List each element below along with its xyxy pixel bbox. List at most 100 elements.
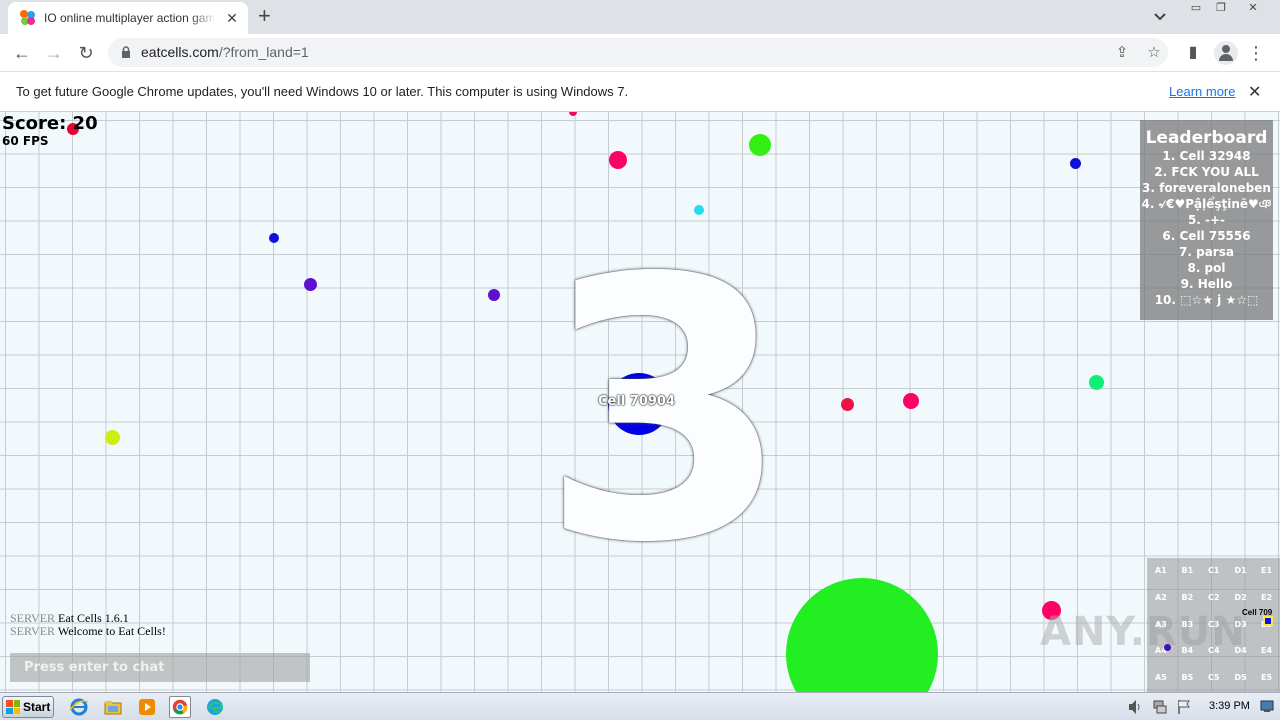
learn-more-link[interactable]: Learn more xyxy=(1169,84,1235,99)
food-pellet xyxy=(488,289,500,301)
enemy-cell xyxy=(788,580,936,692)
food-pellet xyxy=(841,398,854,411)
minimap-cell-label: B3 xyxy=(1181,619,1194,629)
minimap-cell-label: C5 xyxy=(1208,673,1220,683)
start-button[interactable]: Start xyxy=(2,696,54,718)
minimap-cell-label: C4 xyxy=(1208,646,1220,656)
bookmark-star-icon[interactable]: ☆ xyxy=(1144,43,1164,63)
minimap-cell-label: C2 xyxy=(1208,592,1220,602)
edge-icon[interactable] xyxy=(204,696,226,718)
minimize-button[interactable]: ▭ xyxy=(1183,1,1209,17)
minimap: E5D5C5B5A5E4D4C4B4A4E3D3C3B3A3E2D2C2B2A2… xyxy=(1147,558,1280,692)
minimap-cell-label: D5 xyxy=(1234,673,1247,683)
minimap-cell-label: E5 xyxy=(1261,673,1273,683)
food-pellet xyxy=(1089,375,1104,390)
minimap-cell-label: A3 xyxy=(1155,619,1167,629)
food-pellet xyxy=(749,134,771,156)
new-tab-button[interactable]: + xyxy=(258,5,271,27)
score-display: Score: 20 xyxy=(2,113,98,134)
minimap-cell-label: B1 xyxy=(1181,566,1194,575)
restore-button[interactable]: ❐ xyxy=(1208,1,1234,17)
food-pellet xyxy=(569,112,577,116)
chat-input[interactable]: Press enter to chat xyxy=(10,653,310,682)
taskbar-clock[interactable]: 3:39 PM xyxy=(1209,700,1250,712)
food-pellet xyxy=(269,233,279,243)
minimap-cell-label: D2 xyxy=(1234,592,1247,602)
leaderboard-entry: 10. ⬚☆★ j ★☆⬚ xyxy=(1154,293,1259,307)
tab-search-icon[interactable] xyxy=(1150,8,1170,26)
leaderboard-entry: 5. -+- xyxy=(1187,213,1226,227)
minimap-enemy-dot xyxy=(1164,644,1171,651)
chat-sender: SERVER xyxy=(10,611,56,625)
minimap-cell-label: B5 xyxy=(1181,673,1194,683)
browser-toolbar: ← → ↻ eatcells.com/?from_land=1 ⇪ ☆ ▮ ⋮ xyxy=(0,34,1280,71)
chat-line: SERVER Welcome to Eat Cells! xyxy=(10,625,166,638)
chat-message: Eat Cells 1.6.1 xyxy=(58,611,129,625)
minimap-cell-label: A1 xyxy=(1155,566,1167,575)
browser-tab[interactable]: IO online multiplayer action game. Start… xyxy=(8,2,248,34)
action-center-flag-icon[interactable] xyxy=(1177,699,1191,715)
minimap-cell-label: D1 xyxy=(1234,566,1247,575)
url-host: eatcells.com xyxy=(141,44,219,60)
leaderboard-entry: 8. pol xyxy=(1187,261,1226,275)
side-panel-icon[interactable]: ▮ xyxy=(1181,41,1205,65)
minimap-cell-label: E4 xyxy=(1261,646,1273,656)
forward-arrow-icon[interactable]: → xyxy=(42,41,66,65)
leaderboard-title: Leaderboard xyxy=(1145,128,1268,148)
windows-taskbar: Start 3:39 PM xyxy=(0,692,1280,720)
file-explorer-icon[interactable] xyxy=(102,696,124,718)
reload-icon[interactable]: ↻ xyxy=(74,41,98,65)
leaderboard-entry: 7. parsa xyxy=(1179,245,1234,259)
chrome-icon[interactable] xyxy=(169,696,191,718)
fps-counter: 60 FPS xyxy=(2,134,49,148)
leaderboard-entry: 2. FCK YOU ALL xyxy=(1154,165,1259,179)
food-pellet xyxy=(903,393,919,409)
tab-close-icon[interactable]: ✕ xyxy=(224,10,240,27)
minimap-cell-label: D3 xyxy=(1234,619,1247,629)
system-tray xyxy=(1122,695,1278,719)
infobar-message: To get future Google Chrome updates, you… xyxy=(16,84,629,99)
close-window-button[interactable]: ✕ xyxy=(1240,1,1266,17)
minimap-player-label: Cell 709 xyxy=(1242,608,1273,617)
show-desktop-icon[interactable] xyxy=(1260,699,1274,713)
minimap-cell-label: C1 xyxy=(1208,566,1220,575)
leaderboard-entry: 4. ৵€♥Pậļểşţinē♥ঞ xyxy=(1141,197,1272,211)
windows-logo-icon xyxy=(6,700,20,714)
back-arrow-icon[interactable]: ← xyxy=(10,41,34,65)
menu-kebab-icon[interactable]: ⋮ xyxy=(1244,41,1268,65)
media-player-icon[interactable] xyxy=(136,696,158,718)
food-pellet xyxy=(609,151,627,169)
minimap-cell-label: E1 xyxy=(1261,566,1273,575)
player-name-label: Cell 70904 xyxy=(598,394,676,409)
minimap-cell-label: A5 xyxy=(1155,673,1167,683)
food-pellet xyxy=(105,430,120,445)
infobar-close-icon[interactable]: ✕ xyxy=(1248,82,1261,102)
minimap-cell-label: B2 xyxy=(1181,592,1194,602)
start-label: Start xyxy=(23,700,51,714)
tab-title: IO online multiplayer action game. Start xyxy=(44,11,216,25)
chat-message: Welcome to Eat Cells! xyxy=(57,624,166,638)
minimap-cell-label: D4 xyxy=(1234,646,1247,656)
share-icon[interactable]: ⇪ xyxy=(1112,43,1132,63)
network-icon[interactable] xyxy=(1152,699,1168,715)
lock-icon xyxy=(122,46,130,58)
profile-avatar-icon[interactable] xyxy=(1214,41,1238,65)
game-canvas[interactable]: 3 Cell 70904 Score: 20 60 FPS Leaderboar… xyxy=(0,112,1280,692)
chat-sender: SERVER xyxy=(10,624,56,638)
minimap-cell-label: A2 xyxy=(1155,592,1167,602)
food-pellet xyxy=(304,278,317,291)
eatcells-favicon-icon xyxy=(20,10,36,26)
countdown-number: 3 xyxy=(540,202,791,621)
internet-explorer-icon[interactable] xyxy=(68,696,90,718)
speaker-icon[interactable] xyxy=(1128,699,1142,715)
leaderboard-entry: 3. foreveraloneben xyxy=(1142,181,1271,195)
leaderboard-panel: Leaderboard 1. Cell 32948 2. FCK YOU ALL… xyxy=(1140,120,1273,320)
leaderboard-entry: 1. Cell 32948 xyxy=(1162,149,1251,163)
url-path: /?from_land=1 xyxy=(218,44,309,60)
minimap-player-marker xyxy=(1263,616,1273,626)
url-text: eatcells.com/?from_land=1 xyxy=(141,44,309,60)
minimap-cell-label: C3 xyxy=(1208,619,1220,629)
leaderboard-entry: 9. Hello xyxy=(1180,277,1233,291)
address-bar[interactable]: eatcells.com/?from_land=1 ⇪ ☆ xyxy=(108,38,1168,67)
tab-strip: IO online multiplayer action game. Start… xyxy=(0,0,1280,34)
